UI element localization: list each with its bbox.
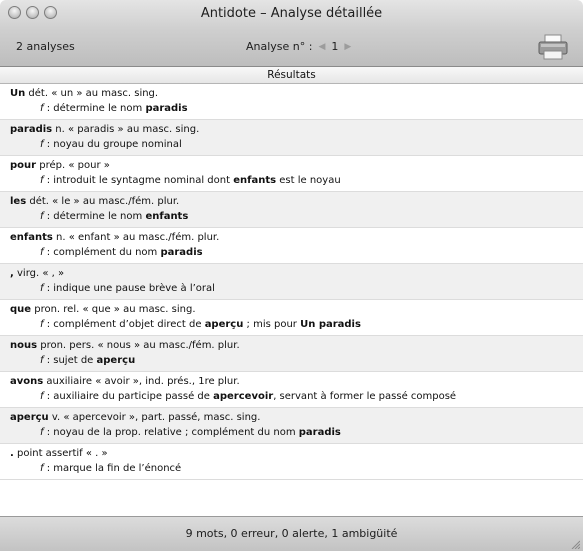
result-entry[interactable]: , virg. « , » f : indique une pause brève… [0, 264, 583, 300]
result-entry[interactable]: . point assertif « . » f : marque la fin … [0, 444, 583, 480]
function-letter: f [40, 103, 47, 114]
entry-head: . point assertif « . » [10, 446, 583, 461]
results-header: Résultats [0, 67, 583, 84]
entry-head: Un dét. « un » au masc. sing. [10, 86, 583, 101]
entry-function: f : détermine le nom enfants [40, 211, 189, 222]
window-title: Antidote – Analyse détaillée [200, 6, 383, 21]
status-bar: 9 mots, 0 erreur, 0 alerte, 1 ambigüité [0, 516, 583, 551]
entry-description: n. « enfant » au masc./fém. plur. [52, 232, 220, 243]
function-reference: enfants [145, 211, 189, 222]
analysis-number: 1 [331, 40, 339, 53]
entry-function: f : détermine le nom paradis [40, 103, 188, 114]
function-letter: f [40, 247, 47, 258]
result-entry[interactable]: enfants n. « enfant » au masc./fém. plur… [0, 228, 583, 264]
result-entry[interactable]: que pron. rel. « que » au masc. sing. f :… [0, 300, 583, 336]
analysis-count: 2 analyses [16, 40, 75, 53]
analysis-navigator: Analyse n° : ◀ 1 ▶ [246, 40, 351, 53]
function-reference: Un paradis [300, 319, 361, 330]
entry-word: avons [10, 376, 44, 387]
resize-grip-icon[interactable] [571, 540, 580, 549]
result-entry[interactable]: avons auxiliaire « avoir », ind. prés., … [0, 372, 583, 408]
analysis-label: Analyse n° : [246, 40, 313, 53]
results-list[interactable]: Un dét. « un » au masc. sing. f : détermi… [0, 84, 583, 516]
entry-head: pour prép. « pour » [10, 158, 583, 173]
entry-description: n. « paradis » au masc. sing. [52, 124, 200, 135]
entry-word: paradis [10, 124, 53, 135]
entry-head: , virg. « , » [10, 266, 583, 281]
function-letter: f [40, 427, 47, 438]
entry-description: dét. « un » au masc. sing. [25, 88, 159, 99]
function-reference: paradis [160, 247, 203, 258]
entry-head: nous pron. pers. « nous » au masc./fém. … [10, 338, 583, 353]
function-letter: f [40, 319, 47, 330]
result-entry[interactable]: aperçu v. « apercevoir », part. passé, m… [0, 408, 583, 444]
entry-description: pron. pers. « nous » au masc./fém. plur. [37, 340, 240, 351]
function-reference: aperçu [204, 319, 244, 330]
function-reference: enfants [233, 175, 277, 186]
function-letter: f [40, 211, 47, 222]
antidote-window: Antidote – Analyse détaillée 2 analyses … [0, 0, 583, 551]
entry-function: f : auxiliaire du participe passé de ape… [40, 391, 457, 402]
entry-head: les dét. « le » au masc./fém. plur. [10, 194, 583, 209]
entry-description: v. « apercevoir », part. passé, masc. si… [48, 412, 261, 423]
result-entry[interactable]: paradis n. « paradis » au masc. sing. f :… [0, 120, 583, 156]
result-entry[interactable]: les dét. « le » au masc./fém. plur. f : d… [0, 192, 583, 228]
entry-function: f : complément du nom paradis [40, 247, 203, 258]
printer-icon[interactable] [537, 34, 569, 60]
entry-function: f : complément d’objet direct de aperçu … [40, 319, 361, 330]
function-letter: f [40, 139, 47, 150]
function-reference: aperçu [96, 355, 136, 366]
entry-head: que pron. rel. « que » au masc. sing. [10, 302, 583, 317]
result-entry[interactable]: pour prép. « pour » f : introduit le synt… [0, 156, 583, 192]
result-entry[interactable]: Un dét. « un » au masc. sing. f : détermi… [0, 84, 583, 120]
function-letter: f [40, 283, 47, 294]
entry-function: f : indique une pause brève à l’oral [40, 283, 215, 294]
function-reference: paradis [145, 103, 188, 114]
entry-description: prép. « pour » [36, 160, 110, 171]
function-reference: paradis [298, 427, 341, 438]
function-letter: f [40, 391, 47, 402]
function-letter: f [40, 175, 47, 186]
previous-analysis-icon[interactable]: ◀ [318, 42, 325, 52]
entry-word: que [10, 304, 32, 315]
entry-head: avons auxiliaire « avoir », ind. prés., … [10, 374, 583, 389]
entry-word: les [10, 196, 27, 207]
next-analysis-icon[interactable]: ▶ [344, 42, 351, 52]
function-letter: f [40, 463, 47, 474]
entry-description: point assertif « . » [13, 448, 108, 459]
entry-description: pron. rel. « que » au masc. sing. [31, 304, 196, 315]
entry-head: enfants n. « enfant » au masc./fém. plur… [10, 230, 583, 245]
entry-word: enfants [10, 232, 53, 243]
entry-description: auxiliaire « avoir », ind. prés., 1re pl… [43, 376, 240, 387]
entry-description: virg. « , » [13, 268, 65, 279]
entry-description: dét. « le » au masc./fém. plur. [26, 196, 180, 207]
entry-word: pour [10, 160, 37, 171]
function-reference: apercevoir [213, 391, 274, 402]
entry-head: paradis n. « paradis » au masc. sing. [10, 122, 583, 137]
entry-function: f : sujet de aperçu [40, 355, 136, 366]
entry-word: aperçu [10, 412, 49, 423]
function-letter: f [40, 355, 47, 366]
entry-function: f : marque la fin de l’énoncé [40, 463, 182, 474]
result-entry[interactable]: nous pron. pers. « nous » au masc./fém. … [0, 336, 583, 372]
title-toolbar: Antidote – Analyse détaillée 2 analyses … [0, 0, 583, 67]
entry-function: f : noyau de la prop. relative ; complém… [40, 427, 341, 438]
entry-word: Un [10, 88, 26, 99]
entry-function: f : introduit le syntagme nominal dont e… [40, 175, 341, 186]
status-summary: 9 mots, 0 erreur, 0 alerte, 1 ambigüité [185, 527, 398, 540]
entry-head: aperçu v. « apercevoir », part. passé, m… [10, 410, 583, 425]
entry-word: nous [10, 340, 38, 351]
entry-function: f : noyau du groupe nominal [40, 139, 182, 150]
